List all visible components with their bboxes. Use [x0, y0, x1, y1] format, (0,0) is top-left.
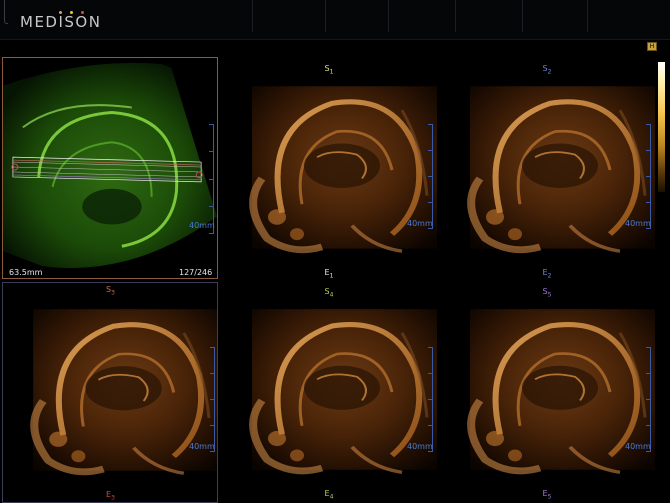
top-bar: MEDISON [0, 0, 670, 40]
display-mode-badge[interactable]: H [647, 42, 657, 51]
slice-start-label: S4 [324, 287, 334, 299]
slice-end-label: E1 [324, 268, 334, 280]
logo-dot [59, 11, 62, 14]
mpr-reference-panel[interactable]: 40mm 63.5mm 127/246 [2, 57, 218, 279]
slice-start-label: S1 [324, 64, 334, 76]
slice-panel-5[interactable]: S5 E5 40mm [440, 285, 655, 503]
logo-dot [70, 11, 73, 14]
logo-dot [81, 11, 84, 14]
slice-panel-3[interactable]: S3 E3 40mm [2, 282, 218, 503]
toolbar-tab-divider[interactable] [587, 0, 588, 32]
slice-end-label: E4 [324, 489, 334, 501]
brand-logo-dots [59, 11, 91, 15]
slice-start-label: S5 [542, 287, 552, 299]
slice-start-label: S2 [542, 64, 552, 76]
slice-panel-1[interactable]: S1 E1 40mm [222, 62, 437, 282]
depth-ruler [427, 347, 433, 452]
slice-index-readout: 127/246 [179, 268, 213, 277]
slice-panel-4[interactable]: S4 E4 40mm [222, 285, 437, 503]
slice-end-label: E3 [106, 490, 115, 502]
slice-end-label: E5 [542, 489, 552, 501]
toolbar-tab-divider[interactable] [522, 0, 523, 32]
distance-readout: 63.5mm [9, 268, 43, 277]
gray-map-scale-bar [658, 62, 665, 192]
depth-label: 40mm [189, 442, 215, 451]
depth-label: 40mm [407, 219, 433, 228]
depth-ruler [645, 124, 651, 229]
depth-label: 40mm [189, 221, 215, 230]
rendered-3d-image[interactable] [440, 299, 655, 485]
mpr-reference-image[interactable] [3, 58, 217, 278]
depth-ruler [208, 124, 214, 234]
window-notch [4, 0, 8, 24]
depth-ruler [209, 347, 215, 452]
brand-logo: MEDISON [20, 13, 102, 31]
toolbar-tab-divider[interactable] [325, 0, 326, 32]
depth-label: 40mm [625, 442, 651, 451]
depth-ruler [645, 347, 651, 452]
slice-panel-2[interactable]: S2 E2 40mm [440, 62, 655, 282]
toolbar-tab-divider[interactable] [388, 0, 389, 32]
rendered-3d-image[interactable] [222, 299, 437, 485]
rendered-3d-image[interactable] [440, 76, 655, 264]
depth-label: 40mm [407, 442, 433, 451]
slice-end-label: E2 [542, 268, 552, 280]
toolbar-tab-divider[interactable] [455, 0, 456, 32]
rendered-3d-image[interactable] [222, 76, 437, 264]
depth-ruler [427, 124, 433, 229]
toolbar-tab-divider[interactable] [252, 0, 253, 32]
slice-start-label: S3 [106, 285, 115, 297]
rendered-3d-image[interactable] [3, 299, 218, 486]
depth-label: 40mm [625, 219, 651, 228]
